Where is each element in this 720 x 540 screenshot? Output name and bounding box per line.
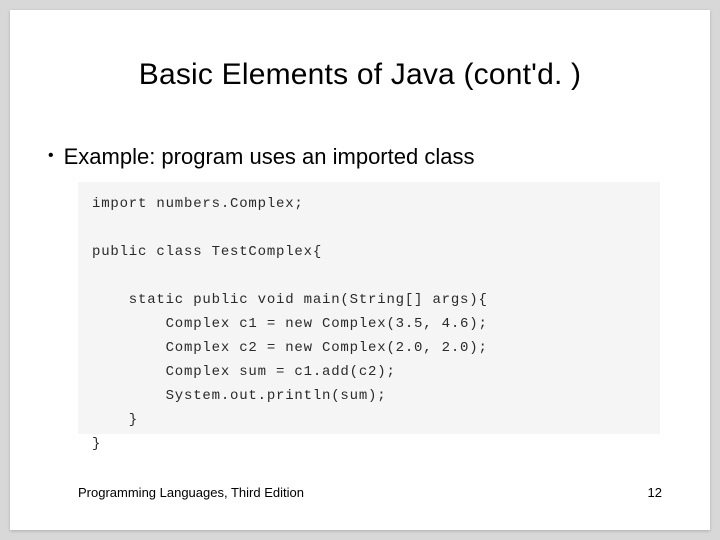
bullet-item: • Example: program uses an imported class bbox=[48, 144, 474, 170]
bullet-dot-icon: • bbox=[48, 147, 54, 165]
bullet-text: Example: program uses an imported class bbox=[64, 144, 475, 169]
footer-text: Programming Languages, Third Edition bbox=[78, 485, 304, 500]
slide-title: Basic Elements of Java (cont'd. ) bbox=[10, 58, 710, 92]
page-number: 12 bbox=[648, 485, 662, 500]
slide: Basic Elements of Java (cont'd. ) • Examp… bbox=[10, 10, 710, 530]
code-block: import numbers.Complex; public class Tes… bbox=[78, 182, 660, 434]
